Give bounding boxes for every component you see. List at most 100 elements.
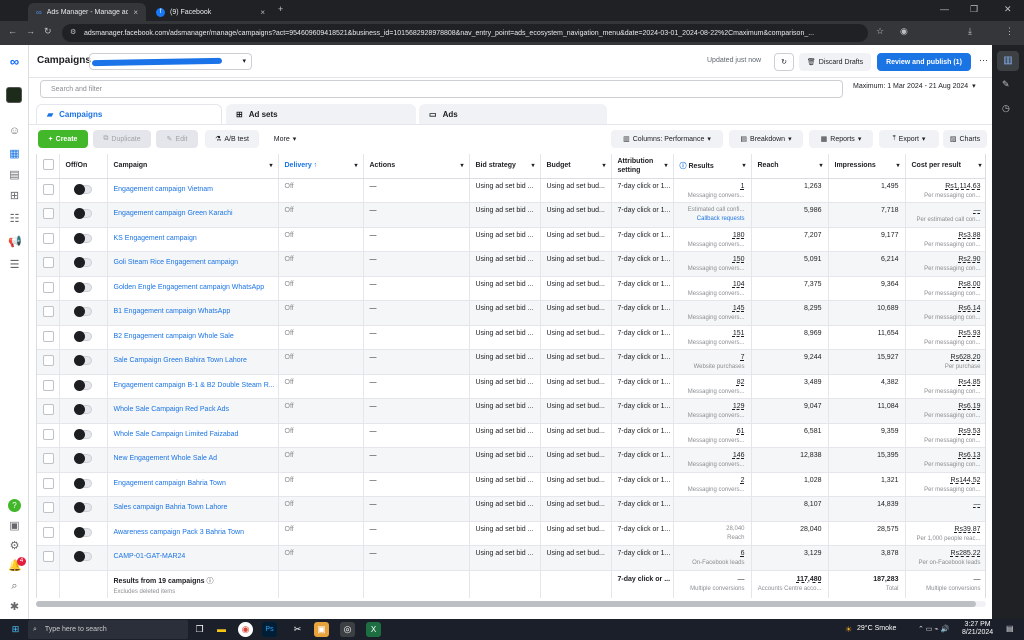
- row-checkbox[interactable]: [43, 257, 54, 269]
- duplicate-button[interactable]: ⧉ Duplicate: [93, 130, 151, 148]
- on-off-toggle[interactable]: [74, 208, 92, 220]
- header-budget[interactable]: Budget ▾: [540, 154, 612, 179]
- on-off-toggle[interactable]: [74, 232, 92, 244]
- columns-button[interactable]: ▥ Columns: Performance ▾: [611, 130, 723, 148]
- windows-start-icon[interactable]: ⊞: [8, 622, 23, 637]
- ab-test-button[interactable]: ⚗ A/B test: [205, 130, 259, 148]
- on-off-toggle[interactable]: [74, 453, 92, 465]
- clock[interactable]: 3:27 PM 8/21/2024: [962, 621, 993, 637]
- table-row[interactable]: Engagement campaign Bahria Town Off — Using…: [37, 472, 985, 497]
- close-tab-icon[interactable]: ×: [133, 8, 138, 17]
- select-all-checkbox[interactable]: [43, 159, 54, 171]
- search-icon[interactable]: ⌕: [8, 580, 21, 593]
- site-info-icon[interactable]: ⚙: [70, 28, 76, 36]
- table-row[interactable]: Whole Sale Campaign Red Pack Ads Off — Usin…: [37, 398, 985, 424]
- header-attribution[interactable]: Attribution setting ▾: [611, 154, 674, 179]
- select-all-header[interactable]: [37, 154, 60, 179]
- campaign-name-link[interactable]: KS Engagement campaign: [114, 228, 272, 242]
- row-checkbox[interactable]: [43, 306, 54, 318]
- settings-gear-icon[interactable]: ⚙: [8, 540, 21, 553]
- tab-ad-sets[interactable]: ⊞ Ad sets: [226, 104, 416, 124]
- document-icon[interactable]: ▤: [8, 169, 21, 182]
- grid-icon[interactable]: ⊞: [8, 190, 21, 203]
- clock-icon[interactable]: ◷: [1002, 103, 1010, 114]
- row-checkbox[interactable]: [43, 453, 54, 465]
- table-row[interactable]: B1 Engagement campaign WhatsApp Off — Using…: [37, 300, 985, 326]
- header-off-on[interactable]: Off/On: [59, 154, 108, 179]
- table-icon[interactable]: ▦: [8, 148, 21, 161]
- refresh-button[interactable]: ↻: [774, 53, 794, 71]
- campaign-name-link[interactable]: Whole Sale Campaign Limited Faizabad: [114, 424, 272, 438]
- campaign-name-link[interactable]: Engagement campaign B-1 & B2 Double Stea…: [114, 375, 275, 389]
- row-checkbox[interactable]: [43, 183, 54, 195]
- header-results[interactable]: ⓘ Results ▾: [673, 154, 752, 179]
- row-checkbox[interactable]: [43, 281, 54, 293]
- on-off-toggle[interactable]: [74, 281, 92, 293]
- campaign-name-link[interactable]: Awareness campaign Pack 3 Bahria Town: [114, 522, 272, 536]
- table-row[interactable]: Engagement campaign Vietnam Off — Using ad …: [37, 178, 985, 203]
- campaign-name-link[interactable]: Whole Sale Campaign Red Pack Ads: [114, 399, 272, 413]
- campaign-name-link[interactable]: Sale Campaign Green Bahira Town Lahore: [114, 350, 272, 364]
- meta-logo-icon[interactable]: ∞: [8, 55, 21, 68]
- catalog-icon[interactable]: ☷: [8, 213, 21, 226]
- on-off-toggle[interactable]: [74, 330, 92, 342]
- capcut-icon[interactable]: ✂: [290, 622, 305, 637]
- excel-icon[interactable]: X: [366, 622, 381, 637]
- on-off-toggle[interactable]: [74, 404, 92, 416]
- megaphone-icon[interactable]: 📢: [8, 236, 22, 249]
- table-row[interactable]: Awareness campaign Pack 3 Bahria Town Off…: [37, 521, 985, 546]
- header-bid-strategy[interactable]: Bid strategy ▾: [469, 154, 541, 179]
- chrome-profile-icon[interactable]: ◎: [340, 622, 355, 637]
- row-checkbox[interactable]: [43, 428, 54, 440]
- row-checkbox[interactable]: [43, 404, 54, 416]
- back-icon[interactable]: ←: [8, 26, 17, 36]
- bookmark-star-icon[interactable]: ☆: [876, 26, 884, 37]
- notification-center-icon[interactable]: ▤: [1006, 624, 1014, 633]
- campaign-name-link[interactable]: Golden Engle Engagement campaign WhatsAp…: [114, 277, 272, 291]
- table-row[interactable]: Sales campaign Bahria Town Lahore Off — Usi…: [37, 496, 985, 522]
- campaign-name-link[interactable]: Engagement campaign Vietnam: [114, 179, 272, 193]
- reload-icon[interactable]: ↻: [44, 26, 52, 37]
- on-off-toggle[interactable]: [74, 477, 92, 489]
- header-delivery[interactable]: Delivery ↑ ▾: [278, 154, 364, 179]
- browser-tab-ads-manager[interactable]: ∞ Ads Manager - Manage ads - C ×: [28, 3, 146, 21]
- browser-menu-icon[interactable]: ⋮: [1005, 26, 1014, 37]
- review-publish-button[interactable]: Review and publish (1): [877, 53, 971, 71]
- close-tab-icon[interactable]: ×: [260, 8, 265, 17]
- row-checkbox[interactable]: [43, 502, 54, 514]
- campaign-name-link[interactable]: B1 Engagement campaign WhatsApp: [114, 301, 272, 315]
- smiley-icon[interactable]: ☺: [8, 125, 21, 138]
- campaign-name-link[interactable]: Engagement campaign Bahria Town: [114, 473, 272, 487]
- pencil-icon[interactable]: ✎: [1002, 79, 1010, 90]
- header-impressions[interactable]: Impressions ▾: [828, 154, 906, 179]
- row-checkbox[interactable]: [43, 355, 54, 367]
- taskbar-search-box[interactable]: ⌕ Type here to search: [28, 620, 188, 639]
- keyboard-icon[interactable]: ▣: [8, 520, 21, 533]
- row-checkbox[interactable]: [43, 232, 54, 244]
- header-reach[interactable]: Reach ▾: [751, 154, 829, 179]
- create-button[interactable]: + Create: [38, 130, 88, 148]
- forward-icon[interactable]: →: [26, 26, 35, 36]
- table-row[interactable]: Engagement campaign B-1 & B2 Double Stea…: [37, 374, 985, 399]
- on-off-toggle[interactable]: [74, 428, 92, 440]
- more-options-icon[interactable]: ···: [979, 55, 988, 65]
- on-off-toggle[interactable]: [74, 306, 92, 318]
- horizontal-scrollbar[interactable]: [36, 601, 986, 607]
- app-icon[interactable]: ▣: [314, 622, 329, 637]
- minimize-icon[interactable]: —: [940, 4, 949, 14]
- weather-text[interactable]: 29°C Smoke: [857, 625, 896, 632]
- row-checkbox[interactable]: [43, 477, 54, 489]
- task-view-icon[interactable]: ❐: [192, 622, 207, 637]
- date-range-picker[interactable]: Maximum: 1 Mar 2024 - 21 Aug 2024 ▾: [853, 82, 976, 91]
- maximize-icon[interactable]: ❐: [970, 4, 978, 15]
- on-off-toggle[interactable]: [74, 551, 92, 563]
- extension-icon[interactable]: ◉: [900, 26, 908, 37]
- chrome-icon[interactable]: ◉: [238, 622, 253, 637]
- campaign-name-link[interactable]: Goli Steam Rice Engagement campaign: [114, 252, 272, 266]
- close-window-icon[interactable]: ✕: [1004, 4, 1012, 15]
- tab-campaigns[interactable]: ▰ Campaigns: [36, 104, 222, 124]
- table-row[interactable]: KS Engagement campaign Off — Using ad set b…: [37, 227, 985, 252]
- file-explorer-icon[interactable]: ▬: [214, 622, 229, 637]
- url-field[interactable]: ⚙ adsmanager.facebook.com/adsmanager/man…: [62, 24, 868, 42]
- charts-button[interactable]: ▨ Charts: [943, 130, 987, 148]
